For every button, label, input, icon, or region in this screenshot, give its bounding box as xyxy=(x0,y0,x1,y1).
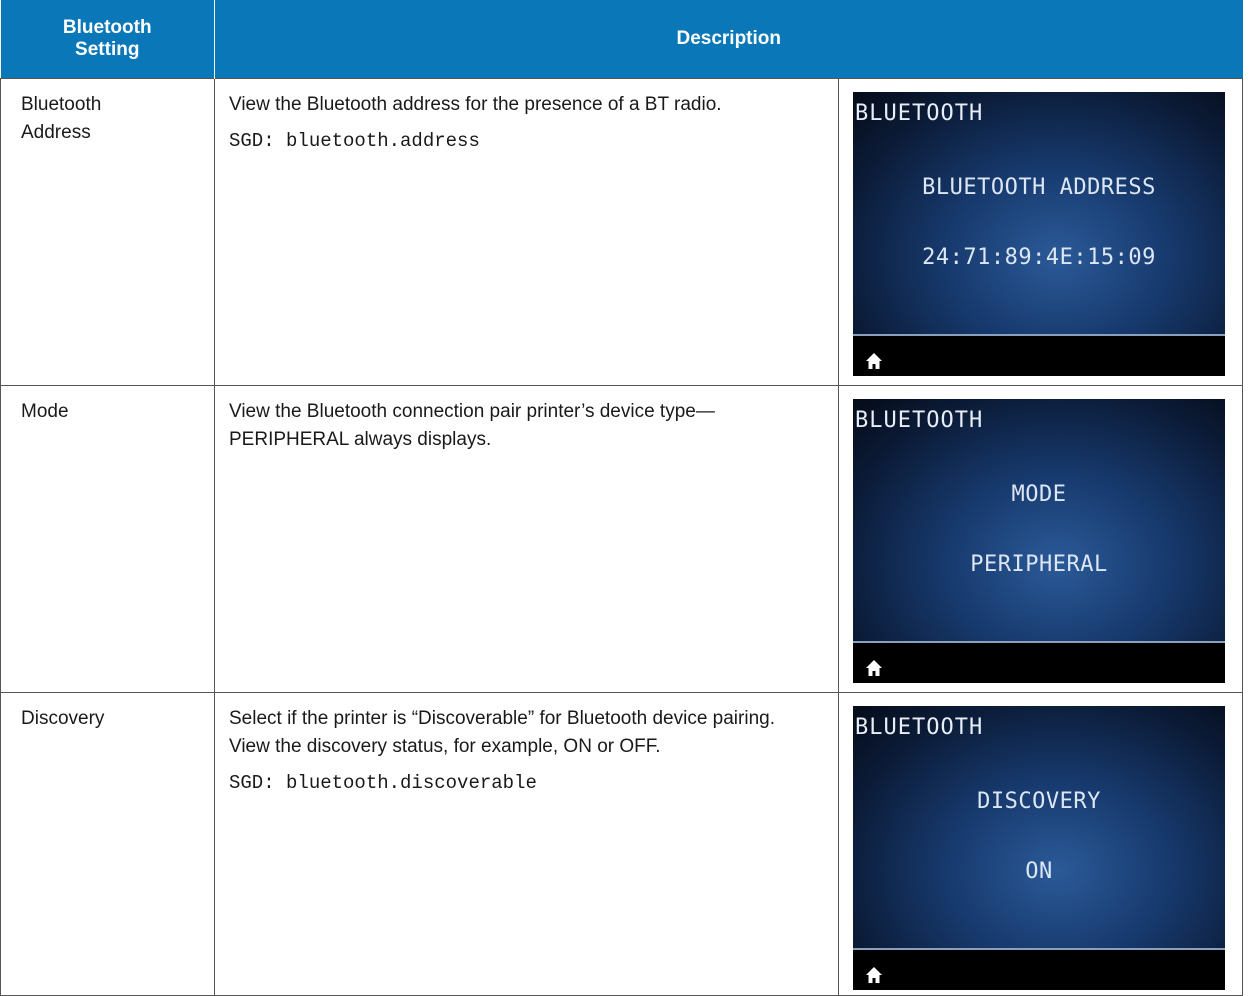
screen-line-2: ON xyxy=(1025,859,1053,884)
header-setting: Bluetooth Setting xyxy=(0,0,215,79)
screen-title: BLUETOOTH xyxy=(855,101,984,126)
screen-line-1: DISCOVERY xyxy=(977,789,1101,814)
setting-name: Bluetooth Address xyxy=(0,78,215,386)
setting-description-cell: View the Bluetooth address for the prese… xyxy=(214,78,839,386)
setting-name: Mode xyxy=(0,385,215,693)
screen-bottom-bar xyxy=(853,948,1225,990)
screen-title: BLUETOOTH xyxy=(855,408,984,433)
printer-screen: BLUETOOTH MODE PERIPHERAL xyxy=(853,399,1225,683)
screen-line-1: BLUETOOTH ADDRESS xyxy=(922,175,1156,200)
setting-description: View the Bluetooth address for the prese… xyxy=(229,94,722,115)
home-icon xyxy=(866,353,882,369)
table-header-row: Bluetooth Setting Description xyxy=(0,0,1243,79)
screen-title: BLUETOOTH xyxy=(855,715,984,740)
settings-table: Bluetooth Setting Description Bluetooth … xyxy=(0,0,1243,996)
screen-image-cell: BLUETOOTH DISCOVERY ON xyxy=(838,692,1243,996)
table-row: Bluetooth Address View the Bluetooth add… xyxy=(0,78,1243,386)
setting-description: Select if the printer is “Discoverable” … xyxy=(229,708,775,757)
printer-screen: BLUETOOTH DISCOVERY ON xyxy=(853,706,1225,990)
screen-bottom-bar xyxy=(853,641,1225,683)
home-icon xyxy=(866,967,882,983)
table-row: Mode View the Bluetooth connection pair … xyxy=(0,385,1243,693)
screen-line-1: MODE xyxy=(1011,482,1067,507)
setting-name: Discovery xyxy=(0,692,215,996)
setting-description: View the Bluetooth connection pair print… xyxy=(229,401,715,450)
sgd-command: SGD: bluetooth.address xyxy=(229,130,480,152)
sgd-command: SGD: bluetooth.discoverable xyxy=(229,772,537,794)
screen-line-2: PERIPHERAL xyxy=(970,552,1108,577)
home-icon xyxy=(866,660,882,676)
screen-image-cell: BLUETOOTH BLUETOOTH ADDRESS 24:71:89:4E:… xyxy=(838,78,1243,386)
screen-bottom-bar xyxy=(853,334,1225,376)
table-row: Discovery Select if the printer is “Disc… xyxy=(0,692,1243,996)
setting-description-cell: View the Bluetooth connection pair print… xyxy=(214,385,839,693)
screen-image-cell: BLUETOOTH MODE PERIPHERAL xyxy=(838,385,1243,693)
screen-line-2: 24:71:89:4E:15:09 xyxy=(922,245,1156,270)
setting-description-cell: Select if the printer is “Discoverable” … xyxy=(214,692,839,996)
printer-screen: BLUETOOTH BLUETOOTH ADDRESS 24:71:89:4E:… xyxy=(853,92,1225,376)
header-description: Description xyxy=(214,0,1243,79)
